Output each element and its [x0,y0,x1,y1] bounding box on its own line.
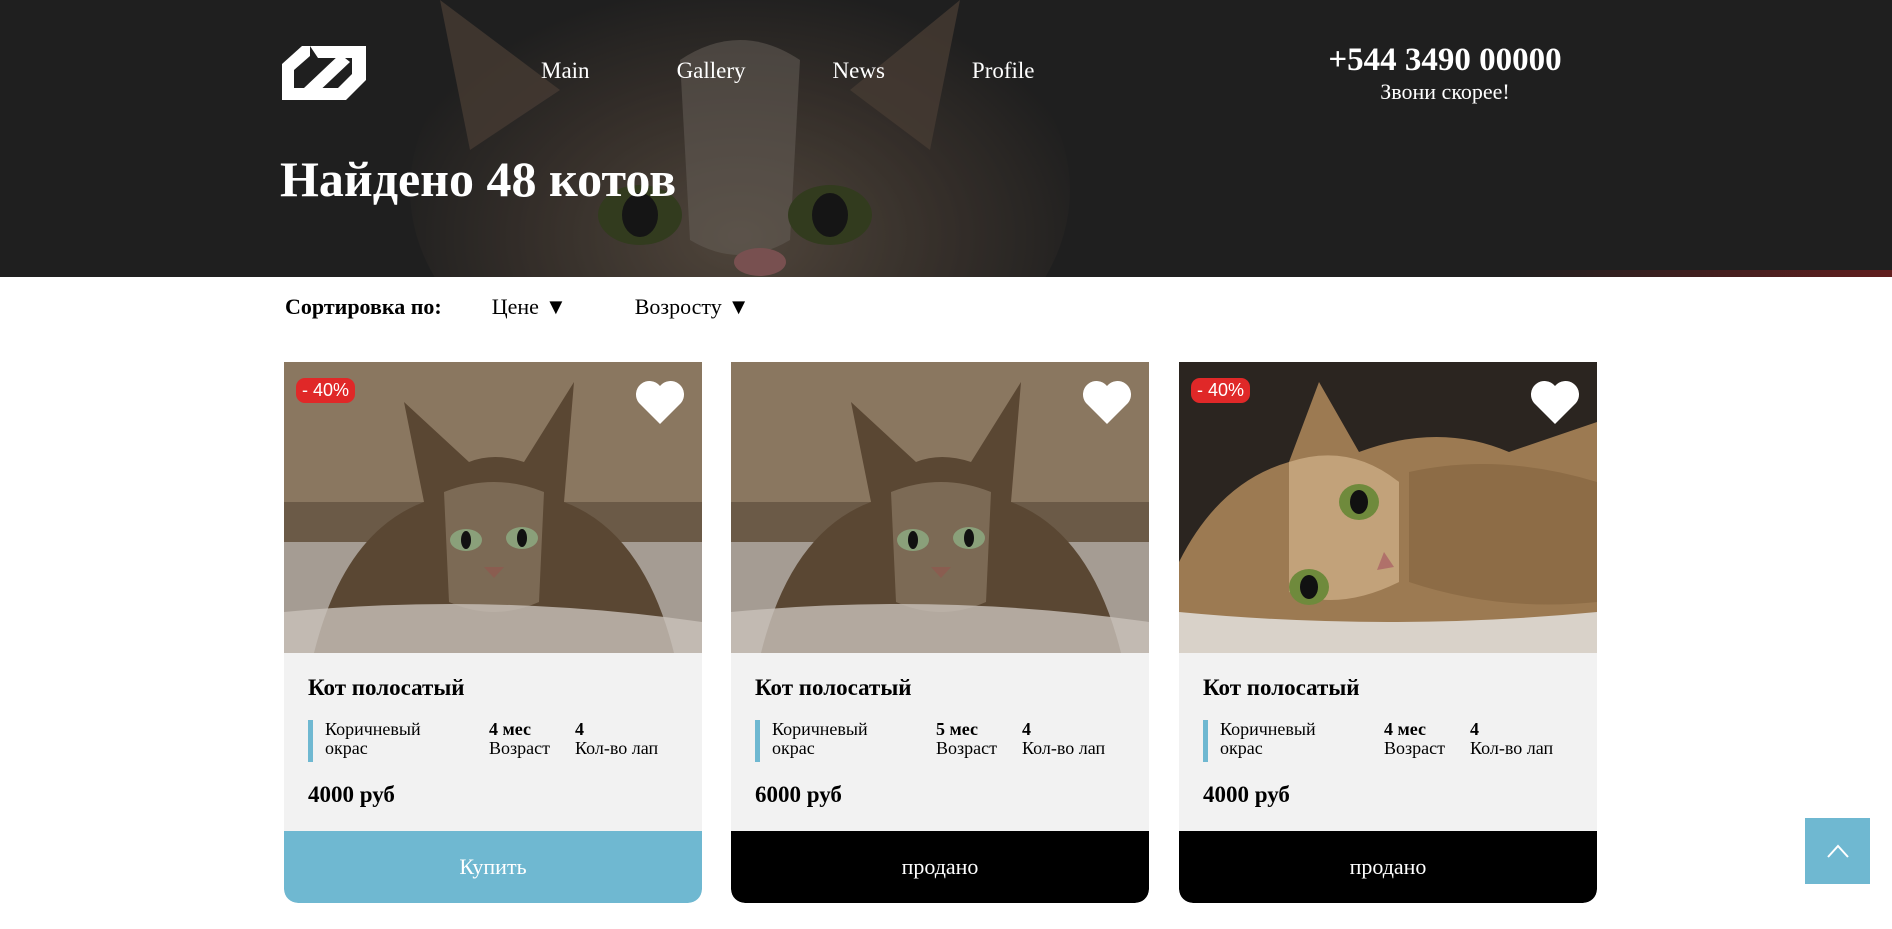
info-accent-bar [308,720,313,762]
info-age: 4 мес Возраст [1384,720,1470,762]
sold-button[interactable]: продано [731,831,1149,903]
info-age-label: Возраст [936,738,997,758]
cat-card: Кот полосатый Коричневый окрас 5 мес Воз… [731,362,1149,903]
info-color-line2: окрас [325,738,368,758]
discount-badge: - 40% [296,378,356,403]
info-paws-label: Кол-во лап [575,738,659,758]
info-color-line2: окрас [772,738,815,758]
discount-badge: - 40% [1191,378,1251,403]
nav-gallery[interactable]: Gallery [677,58,746,84]
buy-button[interactable]: Купить [284,831,702,903]
brand-logo[interactable] [280,44,368,100]
card-info: Коричневый окрас 5 мес Возраст 4 Кол-во … [755,720,1135,762]
phone-number[interactable]: +544 3490 00000 [1300,40,1590,80]
phone-caption: Звони скорее! [1380,79,1510,104]
card-info: Коричневый окрас 4 мес Возраст 4 Кол-во … [308,720,688,762]
info-paws-value: 4 [575,719,584,739]
main-nav: Main Gallery News Profile [541,58,1122,84]
nav-news[interactable]: News [833,58,885,84]
info-age: 5 мес Возраст [936,720,1022,762]
card-title: Кот полосатый [755,675,912,700]
info-paws-value: 4 [1470,719,1479,739]
sold-button[interactable]: продано [1179,831,1597,903]
sort-by-age-label: Возросту [634,294,722,319]
nav-profile[interactable]: Profile [972,58,1035,84]
caret-down-icon: ▼ [727,294,750,319]
info-accent-bar [1203,720,1208,762]
card-price: 4000 руб [1203,782,1290,807]
info-accent-bar [755,720,760,762]
info-age-value: 4 мес [489,719,531,739]
info-color: Коричневый окрас [772,720,936,762]
page-title: Найдено 48 котов [280,151,677,207]
scroll-to-top-button[interactable] [1805,818,1870,884]
heart-icon[interactable] [634,378,686,426]
info-color: Коричневый окрас [325,720,489,762]
caret-down-icon: ▼ [544,294,567,319]
cat-card: - 40% Кот полосатый Коричневый окрас 4 м… [1179,362,1597,903]
sort-by-price[interactable]: Цене ▼ [492,294,567,320]
info-color: Коричневый окрас [1220,720,1384,762]
card-price: 4000 руб [308,782,395,807]
sort-by-price-label: Цене [491,294,539,319]
chevron-up-icon [1826,844,1849,858]
card-title: Кот полосатый [308,675,465,700]
info-paws: 4 Кол-во лап [1022,720,1105,762]
info-paws-label: Кол-во лап [1022,738,1106,758]
info-color-line2: окрас [1220,738,1263,758]
heart-icon[interactable] [1529,378,1581,426]
hero-accent-line [1500,270,1892,277]
cat-card: - 40% Кот полосатый Коричневый окрас 4 м… [284,362,702,903]
info-paws: 4 Кол-во лап [1470,720,1553,762]
hero-header: Main Gallery News Profile +544 3490 0000… [0,0,1892,277]
info-paws-label: Кол-во лап [1470,738,1554,758]
heart-icon[interactable] [1081,378,1133,426]
info-age-value: 4 мес [1384,719,1426,739]
info-age-label: Возраст [1384,738,1445,758]
info-age: 4 мес Возраст [489,720,575,762]
nav-main[interactable]: Main [541,58,590,84]
sort-bar: Сортировка по: Цене ▼ Возросту ▼ [285,294,818,320]
info-paws: 4 Кол-во лап [575,720,658,762]
card-price: 6000 руб [755,782,842,807]
info-paws-value: 4 [1022,719,1031,739]
sort-label: Сортировка по: [285,294,442,319]
info-color-line1: Коричневый [325,719,421,739]
info-age-value: 5 мес [936,719,978,739]
card-title: Кот полосатый [1203,675,1360,700]
info-color-line1: Коричневый [772,719,868,739]
info-color-line1: Коричневый [1220,719,1316,739]
sort-by-age[interactable]: Возросту ▼ [635,294,750,320]
info-age-label: Возраст [489,738,550,758]
card-info: Коричневый окрас 4 мес Возраст 4 Кол-во … [1203,720,1583,762]
hero-cat-background [0,0,1892,277]
phone-block: +544 3490 00000 Звони скорее! [1300,40,1590,104]
